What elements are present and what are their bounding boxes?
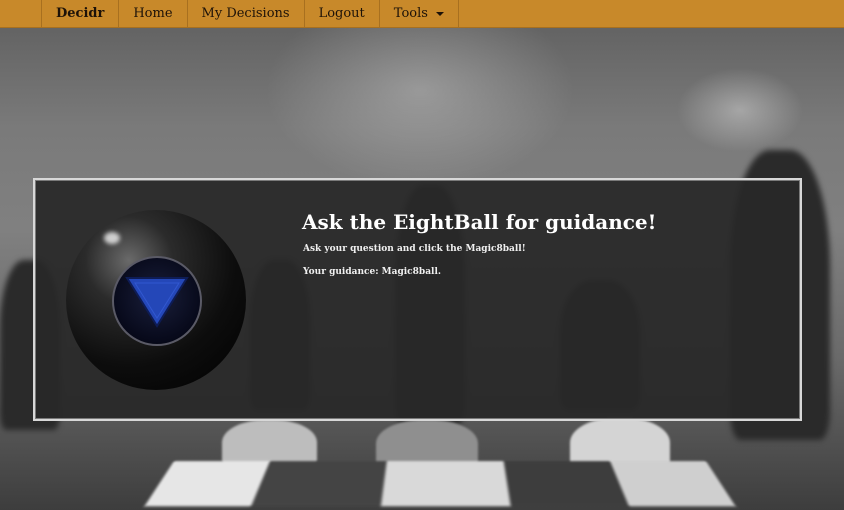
nav-my-decisions[interactable]: My Decisions (186, 0, 304, 27)
magic-8-ball-icon[interactable] (66, 210, 246, 390)
guidance-value: Magic8ball. (381, 267, 441, 277)
ball-window (112, 256, 202, 346)
nav-home[interactable]: Home (118, 0, 186, 27)
eightball-panel: Ask the EightBall for guidance! Ask your… (33, 178, 802, 421)
ball-highlight (104, 232, 120, 244)
nav-tools-label: Tools (393, 6, 428, 21)
nav-tools-dropdown[interactable]: Tools (378, 0, 459, 27)
nav-logout[interactable]: Logout (303, 0, 379, 27)
navbar: Decidr Home My Decisions Logout Tools (0, 0, 844, 28)
caret-down-icon (435, 11, 444, 16)
guidance-label: Your guidance: (303, 267, 379, 277)
guidance-text: Your guidance: Magic8ball. (303, 267, 441, 277)
chess-board (144, 461, 736, 507)
brand-link[interactable]: Decidr (41, 0, 118, 27)
page-title: Ask the EightBall for guidance! (302, 210, 657, 234)
instruction-text: Ask your question and click the Magic8ba… (303, 244, 526, 254)
triangle-icon (125, 277, 189, 328)
